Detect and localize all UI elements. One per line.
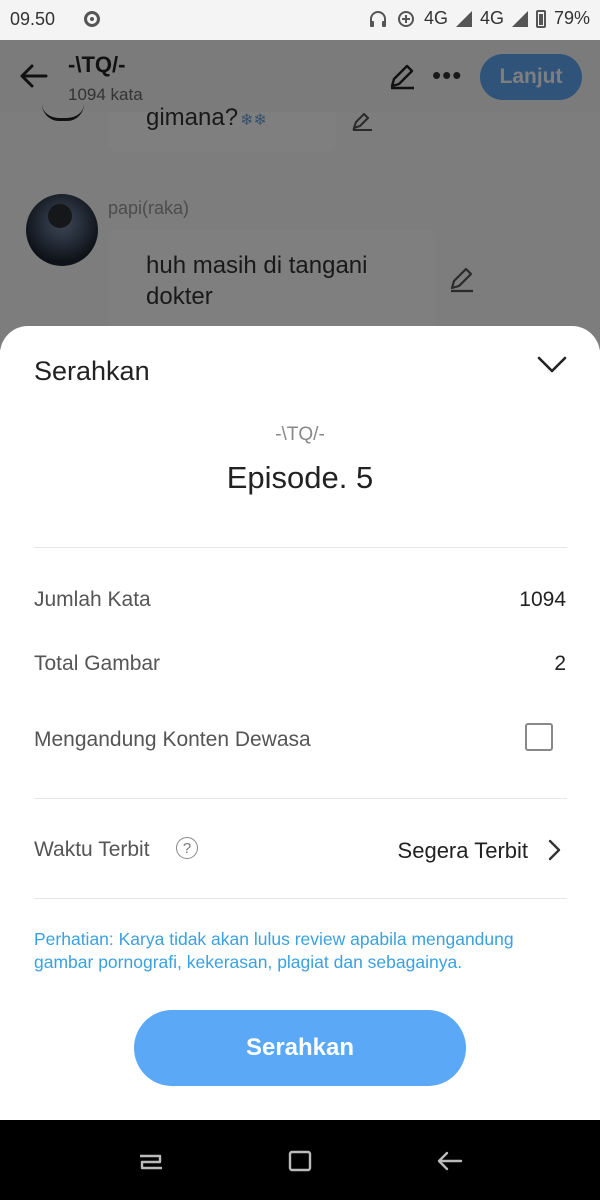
sheet-title: Serahkan: [34, 356, 150, 386]
notice-text: Perhatian: Karya tidak akan lulus review…: [34, 929, 514, 972]
chevron-right-icon[interactable]: [546, 838, 562, 862]
status-time: 09.50: [10, 9, 56, 29]
signal-icon: [455, 10, 472, 27]
submit-sheet: Serahkan -\TQ/- Episode. 5 Jumlah Kata 1…: [0, 326, 600, 1120]
headphones-icon: [369, 10, 386, 27]
network-type-2: 4G: [479, 8, 504, 28]
record-icon: [84, 11, 100, 27]
row-value-image-count: 2: [554, 652, 566, 675]
row-label-image-count: Total Gambar: [34, 652, 161, 675]
battery-percent: 79%: [553, 8, 590, 28]
recent-apps-icon[interactable]: [136, 1146, 166, 1176]
signal-icon-2: [511, 10, 528, 27]
dim-overlay[interactable]: [0, 40, 600, 350]
divider: [34, 798, 567, 799]
adult-content-checkbox[interactable]: [525, 723, 553, 751]
data-saver-icon: [397, 10, 414, 27]
divider: [34, 547, 567, 548]
help-icon[interactable]: ?: [176, 837, 198, 859]
status-icons: 4G 4G 79%: [368, 8, 590, 29]
row-label-word-count: Jumlah Kata: [34, 588, 151, 611]
episode-title: Episode. 5: [226, 460, 374, 495]
work-title: -\TQ/-: [275, 424, 325, 445]
battery-icon: [535, 9, 546, 28]
back-icon[interactable]: [434, 1146, 464, 1176]
row-value-word-count: 1094: [519, 588, 566, 611]
submit-button[interactable]: Serahkan: [134, 1010, 466, 1086]
publish-time-value[interactable]: Segera Terbit: [398, 838, 528, 864]
network-type-1: 4G: [423, 8, 448, 28]
home-icon[interactable]: [285, 1146, 315, 1176]
system-nav-bar: [0, 1120, 600, 1200]
divider: [34, 898, 567, 899]
publish-time-label: Waktu Terbit: [34, 838, 150, 861]
chevron-down-icon[interactable]: [536, 354, 568, 376]
status-bar: 09.50 4G 4G 79%: [0, 0, 600, 40]
adult-content-label: Mengandung Konten Dewasa: [34, 728, 311, 751]
